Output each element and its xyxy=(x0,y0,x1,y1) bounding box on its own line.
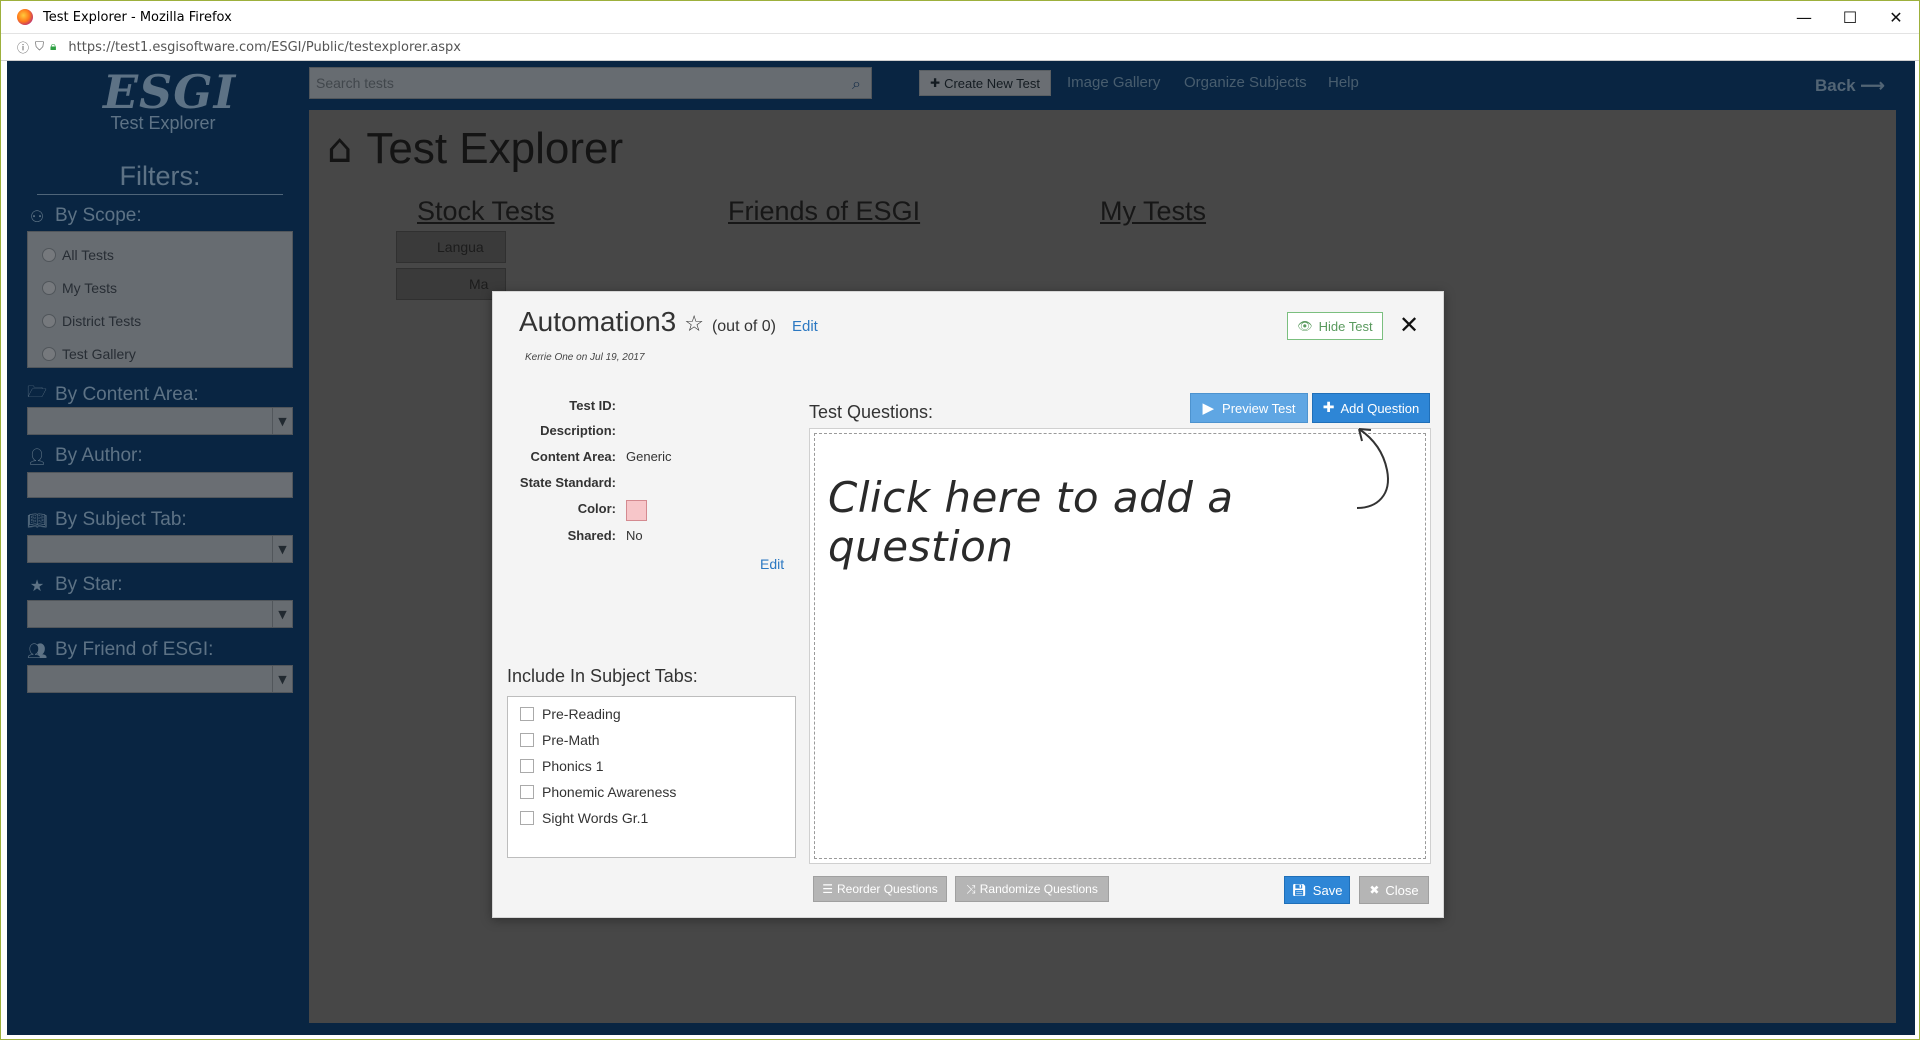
add-question-hint[interactable]: Click here to add a question xyxy=(828,473,1430,571)
checkbox[interactable] xyxy=(520,759,534,773)
description-label: Description: xyxy=(540,423,616,438)
close-window-button[interactable]: ✕ xyxy=(1873,1,1919,33)
close-icon: ✖ xyxy=(1369,883,1380,897)
window-title: Test Explorer - Mozilla Firefox xyxy=(43,9,232,25)
list-item[interactable]: Pre-Math xyxy=(520,727,795,753)
color-label: Color: xyxy=(577,501,616,516)
list-item[interactable]: Phonics 1 xyxy=(520,753,795,779)
checkbox[interactable] xyxy=(520,785,534,799)
list-icon: ☰ xyxy=(822,882,834,896)
app-root: ESGI Test Explorer Filters: ⚇ By Scope: … xyxy=(7,61,1915,1035)
checkbox[interactable] xyxy=(520,707,534,721)
minimize-button[interactable]: — xyxy=(1781,1,1827,33)
questions-area[interactable]: Click here to add a question xyxy=(809,428,1431,864)
shared-label: Shared: xyxy=(567,528,616,543)
plus-icon: ✚ xyxy=(1322,400,1335,416)
lock-icon[interactable]: 🔒︎ xyxy=(50,39,56,56)
add-question-button[interactable]: ✚ Add Question xyxy=(1312,393,1430,423)
randomize-questions-button[interactable]: ⤨ Randomize Questions xyxy=(955,876,1109,902)
checkbox[interactable] xyxy=(520,733,534,747)
include-subject-tabs-label: Include In Subject Tabs: xyxy=(507,666,698,686)
list-item[interactable]: Pre-Reading xyxy=(520,701,795,727)
url-text[interactable]: https://test1.esgisoftware.com/ESGI/Publ… xyxy=(68,40,461,55)
test-id-label: Test ID: xyxy=(569,398,616,413)
modal-title: Automation3 ☆ (out of 0) Edit xyxy=(519,306,818,337)
shared-value: No xyxy=(626,528,643,543)
edit-title-link[interactable]: Edit xyxy=(792,318,818,335)
star-outline-icon[interactable]: ☆ xyxy=(684,312,704,337)
curved-arrow-icon xyxy=(1356,428,1389,509)
list-item[interactable]: Sight Words Gr.1 xyxy=(520,805,795,831)
preview-test-button[interactable]: ▶ Preview Test xyxy=(1190,393,1308,423)
info-icon[interactable]: ⓘ xyxy=(17,39,29,56)
eye-icon: 👁︎ xyxy=(1297,319,1313,333)
maximize-button[interactable]: ☐ xyxy=(1827,1,1873,33)
author-date: Kerrie One on Jul 19, 2017 xyxy=(525,352,645,363)
subject-tabs-list: Pre-Reading Pre-Math Phonics 1 Phonemic … xyxy=(507,696,796,858)
color-swatch xyxy=(626,500,647,521)
edit-properties-link[interactable]: Edit xyxy=(760,556,784,572)
shuffle-icon: ⤨ xyxy=(966,881,976,896)
save-button[interactable]: 💾︎ Save xyxy=(1284,876,1350,904)
rating-out-of: (out of 0) xyxy=(711,318,776,335)
reorder-questions-button[interactable]: ☰ Reorder Questions xyxy=(813,876,947,902)
url-icons: ⓘ ⛉ 🔒︎ xyxy=(17,39,56,56)
state-standard-label: State Standard: xyxy=(519,475,616,490)
test-details-modal: Automation3 ☆ (out of 0) Edit Kerrie One… xyxy=(492,291,1444,918)
close-button[interactable]: ✖ Close xyxy=(1359,876,1429,904)
test-questions-label: Test Questions: xyxy=(809,402,934,422)
play-icon: ▶ xyxy=(1202,399,1215,417)
floppy-disk-icon: 💾︎ xyxy=(1291,883,1307,897)
browser-window: Test Explorer - Mozilla Firefox — ☐ ✕ ⓘ … xyxy=(0,0,1920,1040)
url-bar[interactable]: ⓘ ⛉ 🔒︎ https://test1.esgisoftware.com/ES… xyxy=(1,33,1919,61)
content-area-prop-label: Content Area: xyxy=(530,449,616,464)
close-modal-icon[interactable]: ✕ xyxy=(1399,311,1419,339)
checkbox[interactable] xyxy=(520,811,534,825)
content-area-prop-value: Generic xyxy=(626,449,672,464)
title-bar: Test Explorer - Mozilla Firefox — ☐ ✕ xyxy=(1,1,1919,33)
window-controls: — ☐ ✕ xyxy=(1781,1,1919,33)
firefox-icon xyxy=(17,9,33,25)
hide-test-button[interactable]: 👁︎ Hide Test xyxy=(1287,312,1383,340)
list-item[interactable]: Phonemic Awareness xyxy=(520,779,795,805)
shield-icon[interactable]: ⛉ xyxy=(35,39,44,56)
